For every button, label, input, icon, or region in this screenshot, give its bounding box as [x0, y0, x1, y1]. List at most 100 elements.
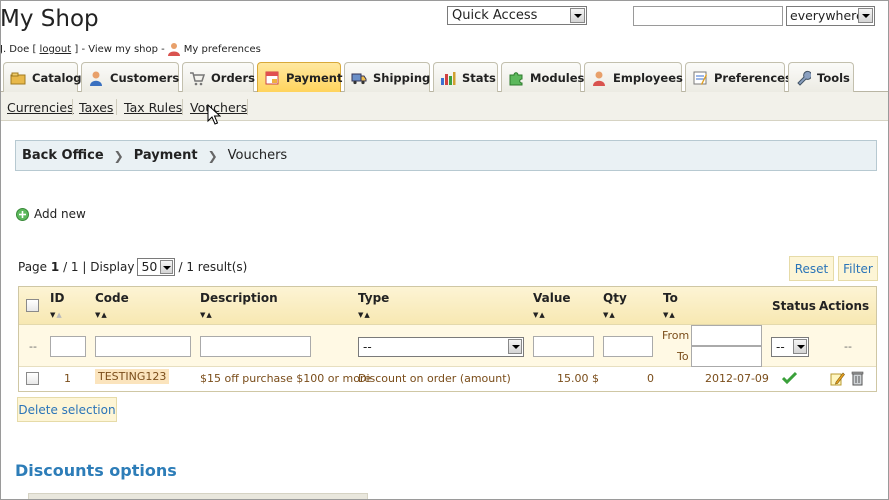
catalog-icon [10, 72, 26, 84]
sort-arrows-icon[interactable]: ▼▲ [200, 311, 213, 319]
person-icon [167, 43, 180, 56]
chevron-down-icon[interactable] [508, 339, 522, 354]
filter-id-input[interactable] [50, 336, 86, 357]
logout-link[interactable]: logout [40, 44, 72, 55]
section-panel-top [28, 493, 368, 500]
tab-orders[interactable]: Orders [182, 62, 255, 92]
filter-date-from-input[interactable] [691, 325, 762, 346]
sort-arrows-icon[interactable]: ▼▲ [603, 311, 616, 319]
check-icon[interactable] [782, 371, 797, 385]
row-id: 1 [64, 372, 71, 385]
row-description: $15 off purchase $100 or more [200, 372, 372, 385]
breadcrumb: Back Office ❯ Payment ❯ Vouchers [15, 140, 877, 171]
row-qty: 0 [647, 372, 654, 385]
tab-catalog[interactable]: Catalog [3, 62, 82, 92]
preferences-icon [693, 71, 707, 85]
tab-customers[interactable]: Customers [81, 62, 179, 92]
search-scope-value: everywhere [790, 8, 864, 23]
display-count-select[interactable]: 50 [137, 258, 176, 276]
subnav-divider [247, 99, 248, 115]
filter-code-input[interactable] [95, 336, 191, 357]
quick-access-value: Quick Access [452, 8, 538, 23]
table-row[interactable]: 1 TESTING123 $15 off purchase $100 or mo… [19, 367, 876, 391]
filter-qty-input[interactable] [603, 336, 653, 357]
my-preferences-link[interactable]: My preferences [184, 44, 261, 55]
filter-type-select[interactable]: -- [358, 337, 524, 357]
col-code: Code [95, 291, 129, 305]
col-description: Description [200, 291, 278, 305]
sort-arrows-icon[interactable]: ▼▲ [533, 311, 546, 319]
customers-icon [90, 71, 102, 86]
vouchers-table: ID ▼▲ Code ▼▲ Description ▼▲ Type ▼▲ Val… [18, 286, 877, 392]
col-type: Type [358, 291, 390, 305]
add-new-label: Add new [34, 207, 86, 221]
filter-row: -- -- From To -- -- [19, 325, 876, 367]
reset-button[interactable]: Reset [789, 256, 834, 281]
row-value: 15.00 $ [557, 372, 599, 385]
add-icon [16, 207, 29, 221]
user-name: J. Doe [ [0, 43, 37, 55]
col-id: ID [50, 291, 65, 305]
col-status: Status [772, 299, 816, 313]
tab-modules[interactable]: Modules [501, 62, 584, 92]
filter-actions-dash: -- [844, 340, 852, 353]
subnav-tax-rules[interactable]: Tax Rules [124, 100, 182, 115]
col-actions: Actions [819, 299, 870, 313]
trash-icon[interactable] [851, 370, 864, 386]
tab-payment[interactable]: Payment [257, 62, 343, 93]
breadcrumb-back-office[interactable]: Back Office [22, 148, 104, 163]
row-to-date: 2012-07-09 [705, 372, 769, 385]
filter-status-select[interactable]: -- [771, 337, 809, 357]
user-line: J. Doe [ logout ] - View my shop - My pr… [0, 42, 261, 56]
row-code: TESTING123 [95, 369, 170, 384]
col-to: To [663, 291, 678, 305]
cart-icon [190, 71, 205, 85]
stats-icon [441, 71, 456, 85]
chevron-down-icon[interactable] [160, 260, 174, 274]
add-new-link[interactable]: Add new [16, 207, 86, 221]
page-current: 1 [50, 260, 60, 274]
chevron-right-icon: ❯ [113, 148, 124, 163]
subnav-divider [72, 99, 73, 115]
section-title-discounts-options: Discounts options [15, 461, 177, 480]
chevron-down-icon[interactable] [858, 8, 873, 23]
select-all-checkbox[interactable] [26, 299, 39, 312]
truck-icon [351, 73, 367, 84]
subnav-divider [116, 99, 117, 115]
delete-selection-button[interactable]: Delete selection [17, 397, 117, 422]
subnav-currencies[interactable]: Currencies [7, 100, 74, 115]
filter-value-input[interactable] [533, 336, 594, 357]
sub-navigation: Currencies Taxes Tax Rules Vouchers [0, 92, 889, 121]
edit-icon[interactable] [830, 371, 845, 386]
main-tabs: Catalog Customers Orders Payment Shippin… [0, 62, 889, 93]
subnav-taxes[interactable]: Taxes [79, 100, 113, 115]
chevron-right-icon: ❯ [207, 148, 218, 163]
filter-dash: -- [29, 340, 37, 353]
chevron-down-icon[interactable] [570, 8, 585, 23]
employee-icon [593, 71, 605, 86]
filter-date-to-input[interactable] [691, 346, 762, 367]
breadcrumb-payment[interactable]: Payment [134, 148, 198, 163]
sort-arrows-icon[interactable]: ▼▲ [663, 311, 676, 319]
tab-preferences[interactable]: Preferences [685, 62, 792, 92]
tab-stats[interactable]: Stats [433, 62, 498, 92]
chevron-down-icon[interactable] [793, 339, 807, 354]
wrench-icon [797, 70, 811, 86]
search-input[interactable] [633, 6, 783, 26]
mouse-cursor-icon [207, 104, 221, 125]
tab-shipping[interactable]: Shipping [344, 62, 430, 92]
col-value: Value [533, 291, 571, 305]
filter-description-input[interactable] [200, 336, 311, 357]
search-scope-select[interactable]: everywhere [786, 6, 875, 26]
filter-button[interactable]: Filter [838, 256, 878, 281]
payment-icon [265, 71, 279, 85]
tab-tools[interactable]: Tools [788, 62, 854, 92]
sort-arrows-icon[interactable]: ▼▲ [358, 311, 371, 319]
sort-arrows-icon[interactable]: ▼▲ [95, 311, 108, 319]
page-total: / 1 | Display [63, 260, 135, 274]
view-shop-link[interactable]: ] - View my shop - [74, 44, 164, 55]
quick-access-select[interactable]: Quick Access [447, 6, 587, 25]
tab-employees[interactable]: Employees [584, 62, 683, 92]
sort-arrows-icon[interactable]: ▼▲ [50, 311, 63, 319]
row-checkbox[interactable] [26, 372, 39, 385]
